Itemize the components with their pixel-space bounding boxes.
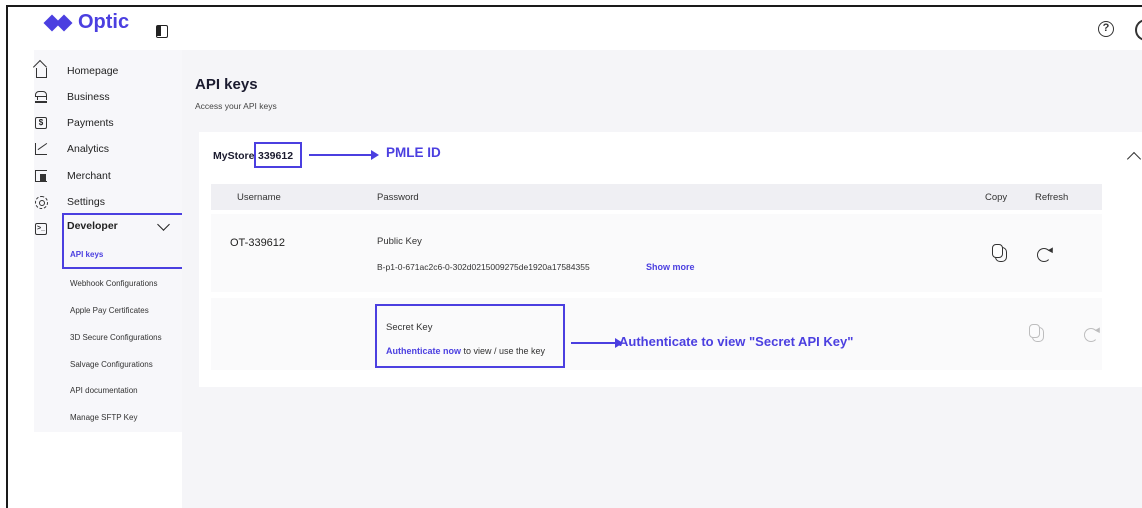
sidebar-toggle-icon[interactable] [156,25,168,38]
secret-key-auth-text: Authenticate now to view / use the key [386,346,545,356]
authenticate-now-link[interactable]: Authenticate now [386,346,461,356]
copy-icon[interactable] [992,244,1007,262]
copy-icon-disabled [1029,324,1044,342]
column-header-copy: Copy [985,192,1008,203]
table-row-public-key: OT-339612 Public Key B-p1-0-671ac2c6-0-3… [211,214,1102,292]
sidebar-item-label: Merchant [67,170,111,182]
app-name: Optic [78,11,130,33]
profile-avatar[interactable] [1135,19,1142,41]
sidebar: Homepage Business $ Payments Analytics M… [34,50,210,432]
show-more-link[interactable]: Show more [646,262,695,272]
column-header-username: Username [237,192,281,203]
screenshot-frame-left [6,5,8,508]
pmle-annotation: PMLE ID [386,145,441,160]
app-logo[interactable]: Optic [43,11,130,34]
sidebar-item-label: Payments [67,117,114,129]
main-content: API keys Access your API keys MyStore 33… [182,50,1142,508]
terminal-icon: >_ [34,222,48,236]
public-key-label: Public Key [377,236,422,247]
sidebar-subitem-api-keys[interactable]: API keys [70,250,103,259]
secret-annotation: Authenticate to view "Secret API Key" [619,334,854,349]
logo-diamond-icon [43,14,73,31]
sidebar-item-label: Homepage [67,65,119,77]
sidebar-subitem-salvage-configurations[interactable]: Salvage Configurations [70,360,153,369]
sidebar-item-label: Settings [67,196,105,208]
sidebar-subitem-manage-sftp-key[interactable]: Manage SFTP Key [70,413,137,422]
sidebar-subitem-apple-pay-certificates[interactable]: Apple Pay Certificates [70,306,149,315]
gear-icon [34,195,48,209]
auth-rest-text: to view / use the key [461,346,546,356]
home-icon [34,64,48,78]
sidebar-subitem-api-documentation[interactable]: API documentation [70,386,138,395]
page-subtitle: Access your API keys [195,101,277,111]
merchant-icon [34,169,48,183]
pmle-arrow [309,150,379,160]
bank-icon [34,90,48,104]
refresh-icon-disabled [1084,328,1098,342]
help-icon[interactable]: ? [1098,21,1114,37]
analytics-icon [34,142,48,156]
refresh-icon[interactable] [1037,248,1051,262]
top-bar: Optic ? [8,7,1142,49]
store-label: MyStore [213,150,255,162]
secret-key-label: Secret Key [386,322,433,333]
column-header-password: Password [377,192,419,203]
secret-key-highlight-box [375,304,565,368]
collapse-card-chevron-icon[interactable] [1126,151,1142,167]
table-header: Username Password Copy Refresh [211,184,1102,210]
column-header-refresh: Refresh [1035,192,1069,203]
payments-icon: $ [34,116,48,130]
table-row-secret-key: Secret Key Authenticate now to view / us… [211,298,1102,370]
sidebar-item-label: Business [67,91,110,103]
api-keys-card: MyStore 339612 PMLE ID Username Password… [199,132,1142,387]
page-title: API keys [195,76,258,93]
secret-arrow [571,338,623,348]
sidebar-subitem-3d-secure-configurations[interactable]: 3D Secure Configurations [70,333,162,342]
username-value: OT-339612 [230,237,286,249]
store-id: 339612 [258,150,294,162]
sidebar-item-label: Analytics [67,143,110,155]
sidebar-item-developer[interactable]: Developer [67,220,118,232]
public-key-value: B-p1-0-671ac2c6-0-302d0215009275de1920a1… [377,262,590,272]
sidebar-subitem-webhook-configurations[interactable]: Webhook Configurations [70,279,157,288]
